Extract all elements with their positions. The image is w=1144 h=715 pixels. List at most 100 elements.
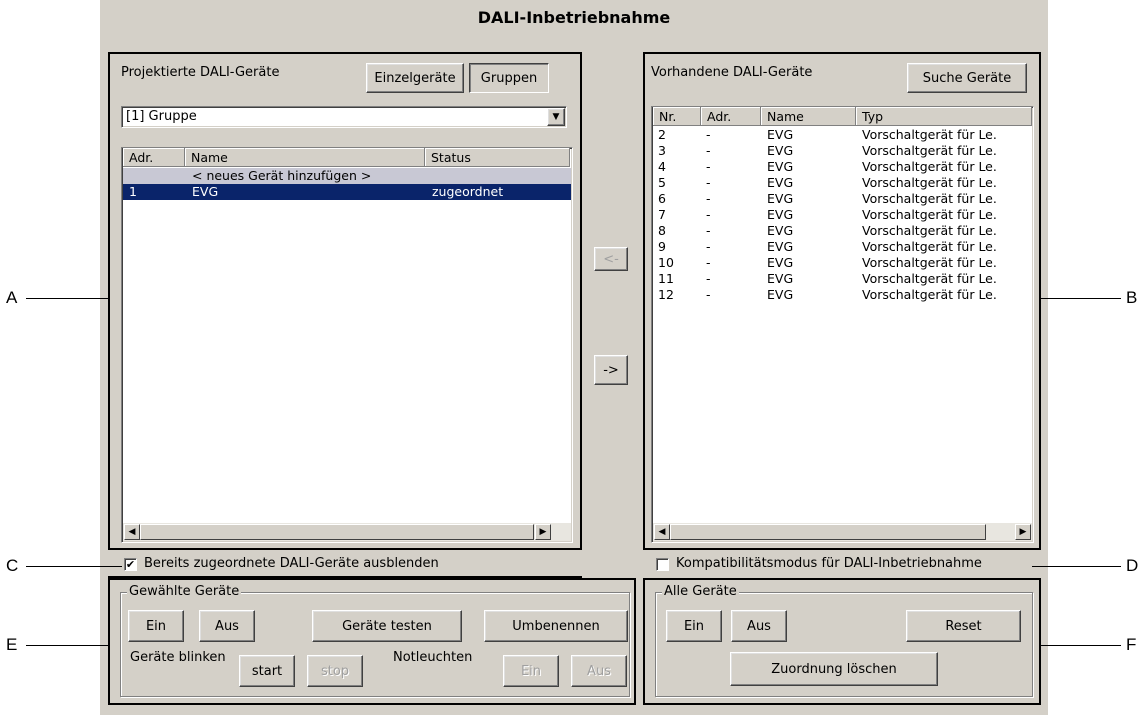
callout-d-line xyxy=(1032,566,1121,567)
group-dropdown[interactable]: [1] Gruppe ▼ xyxy=(121,106,567,128)
cell-adr: - xyxy=(706,223,711,238)
cell-typ: Vorschaltgerät für Le. xyxy=(862,191,997,206)
cell-typ: Vorschaltgerät für Le. xyxy=(862,175,997,190)
cell-adr: - xyxy=(706,287,711,302)
selected-devices-legend: Gewählte Geräte xyxy=(127,584,242,599)
tab-einzelgeraete[interactable]: Einzelgeräte xyxy=(366,63,464,93)
rename-button[interactable]: Umbenennen xyxy=(484,610,628,642)
test-devices-button[interactable]: Geräte testen xyxy=(312,610,462,642)
selected-on-button[interactable]: Ein xyxy=(128,610,184,642)
callout-b-line xyxy=(1041,298,1121,299)
col-nr[interactable]: Nr. xyxy=(653,107,701,126)
reset-button[interactable]: Reset xyxy=(906,610,1021,642)
compat-mode-label: Kompatibilitätsmodus für DALI-Inbetriebn… xyxy=(676,556,982,571)
cell-status: zugeordnet xyxy=(432,184,504,199)
move-right-button[interactable]: -> xyxy=(594,355,628,385)
cell-name: EVG xyxy=(767,127,794,142)
col-status[interactable]: Status xyxy=(425,148,570,167)
cell-nr: 10 xyxy=(658,255,674,270)
horizontal-scrollbar[interactable]: ◀ ▶ xyxy=(123,523,571,541)
projected-devices-list[interactable]: Adr. Name Status < neues Gerät hinzufüge… xyxy=(121,147,573,543)
col-adr[interactable]: Adr. xyxy=(701,107,761,126)
cell-adr: - xyxy=(706,255,711,270)
scroll-right-icon[interactable]: ▶ xyxy=(535,524,551,540)
callout-a-line xyxy=(26,298,108,299)
callout-f: F xyxy=(1126,635,1137,654)
available-devices-label: Vorhandene DALI-Geräte xyxy=(651,65,813,80)
compat-mode-checkbox[interactable] xyxy=(656,558,669,571)
scroll-thumb[interactable] xyxy=(140,524,534,540)
cell-adr: - xyxy=(706,207,711,222)
callout-c-line xyxy=(26,566,122,567)
available-devices-list[interactable]: Nr. Adr. Name Typ 2 - EVG Vorschaltgerät fü… xyxy=(651,106,1034,543)
emergency-off-button[interactable]: Aus xyxy=(571,655,627,687)
all-on-button[interactable]: Ein xyxy=(666,610,722,642)
search-devices-button[interactable]: Suche Geräte xyxy=(907,63,1027,93)
list-item[interactable]: 9 - EVG Vorschaltgerät für Le. xyxy=(652,239,1033,255)
cell-name: < neues Gerät hinzufügen > xyxy=(192,168,372,183)
cell-typ: Vorschaltgerät für Le. xyxy=(862,255,997,270)
selected-off-button[interactable]: Aus xyxy=(199,610,255,642)
cell-name: EVG xyxy=(767,207,794,222)
cell-name: EVG xyxy=(767,287,794,302)
callout-c: C xyxy=(6,556,19,575)
horizontal-scrollbar[interactable]: ◀ ▶ xyxy=(653,523,1032,541)
cell-nr: 5 xyxy=(658,175,666,190)
cell-name: EVG xyxy=(767,223,794,238)
cell-typ: Vorschaltgerät für Le. xyxy=(862,223,997,238)
callout-e-line xyxy=(26,645,108,646)
list-item[interactable]: 3 - EVG Vorschaltgerät für Le. xyxy=(652,143,1033,159)
scroll-right-icon[interactable]: ▶ xyxy=(1015,524,1031,540)
cell-adr: - xyxy=(706,159,711,174)
tab-gruppen[interactable]: Gruppen xyxy=(469,63,549,93)
cell-typ: Vorschaltgerät für Le. xyxy=(862,159,997,174)
blink-label: Geräte blinken xyxy=(130,650,226,665)
blink-start-button[interactable]: start xyxy=(239,655,295,687)
blink-stop-button[interactable]: stop xyxy=(307,655,363,687)
projected-devices-label: Projektierte DALI-Geräte xyxy=(121,65,280,80)
cell-adr: - xyxy=(706,191,711,206)
cell-typ: Vorschaltgerät für Le. xyxy=(862,207,997,222)
cell-typ: Vorschaltgerät für Le. xyxy=(862,127,997,142)
callout-e: E xyxy=(6,635,18,654)
col-adr[interactable]: Adr. xyxy=(123,148,185,167)
list-item[interactable]: 11 - EVG Vorschaltgerät für Le. xyxy=(652,271,1033,287)
cell-nr: 3 xyxy=(658,143,666,158)
cell-nr: 12 xyxy=(658,287,674,302)
callout-f-line xyxy=(1041,645,1121,646)
callout-a: A xyxy=(6,288,18,307)
list-item[interactable]: 10 - EVG Vorschaltgerät für Le. xyxy=(652,255,1033,271)
chevron-down-icon[interactable]: ▼ xyxy=(547,108,565,126)
list-item[interactable]: 6 - EVG Vorschaltgerät für Le. xyxy=(652,191,1033,207)
list-item[interactable]: 12 - EVG Vorschaltgerät für Le. xyxy=(652,287,1033,303)
list-item-new-device[interactable]: < neues Gerät hinzufügen > xyxy=(123,168,571,184)
list-item[interactable]: 7 - EVG Vorschaltgerät für Le. xyxy=(652,207,1033,223)
clear-assignment-button[interactable]: Zuordnung löschen xyxy=(730,652,938,686)
scroll-thumb[interactable] xyxy=(670,524,986,540)
hide-assigned-checkbox[interactable]: ✔ xyxy=(124,558,137,571)
scroll-left-icon[interactable]: ◀ xyxy=(654,524,670,540)
hide-assigned-label: Bereits zugeordnete DALI-Geräte ausblend… xyxy=(144,556,439,571)
list-item[interactable]: 8 - EVG Vorschaltgerät für Le. xyxy=(652,223,1033,239)
list-item-selected[interactable]: 1 EVG zugeordnet xyxy=(123,184,571,200)
list-item[interactable]: 4 - EVG Vorschaltgerät für Le. xyxy=(652,159,1033,175)
cell-name: EVG xyxy=(192,184,219,199)
list-item[interactable]: 2 - EVG Vorschaltgerät für Le. xyxy=(652,127,1033,143)
cell-typ: Vorschaltgerät für Le. xyxy=(862,143,997,158)
scroll-left-icon[interactable]: ◀ xyxy=(124,524,140,540)
col-name[interactable]: Name xyxy=(185,148,425,167)
col-name[interactable]: Name xyxy=(761,107,856,126)
group-dropdown-value: [1] Gruppe xyxy=(126,109,197,124)
move-left-button[interactable]: <- xyxy=(594,247,628,271)
list-item[interactable]: 5 - EVG Vorschaltgerät für Le. xyxy=(652,175,1033,191)
cell-name: EVG xyxy=(767,175,794,190)
emergency-on-button[interactable]: Ein xyxy=(503,655,559,687)
cell-adr: 1 xyxy=(129,184,137,199)
cell-typ: Vorschaltgerät für Le. xyxy=(862,239,997,254)
all-off-button[interactable]: Aus xyxy=(731,610,787,642)
cell-adr: - xyxy=(706,143,711,158)
col-typ[interactable]: Typ xyxy=(856,107,1032,126)
cell-adr: - xyxy=(706,239,711,254)
cell-typ: Vorschaltgerät für Le. xyxy=(862,287,997,302)
cell-typ: Vorschaltgerät für Le. xyxy=(862,271,997,286)
